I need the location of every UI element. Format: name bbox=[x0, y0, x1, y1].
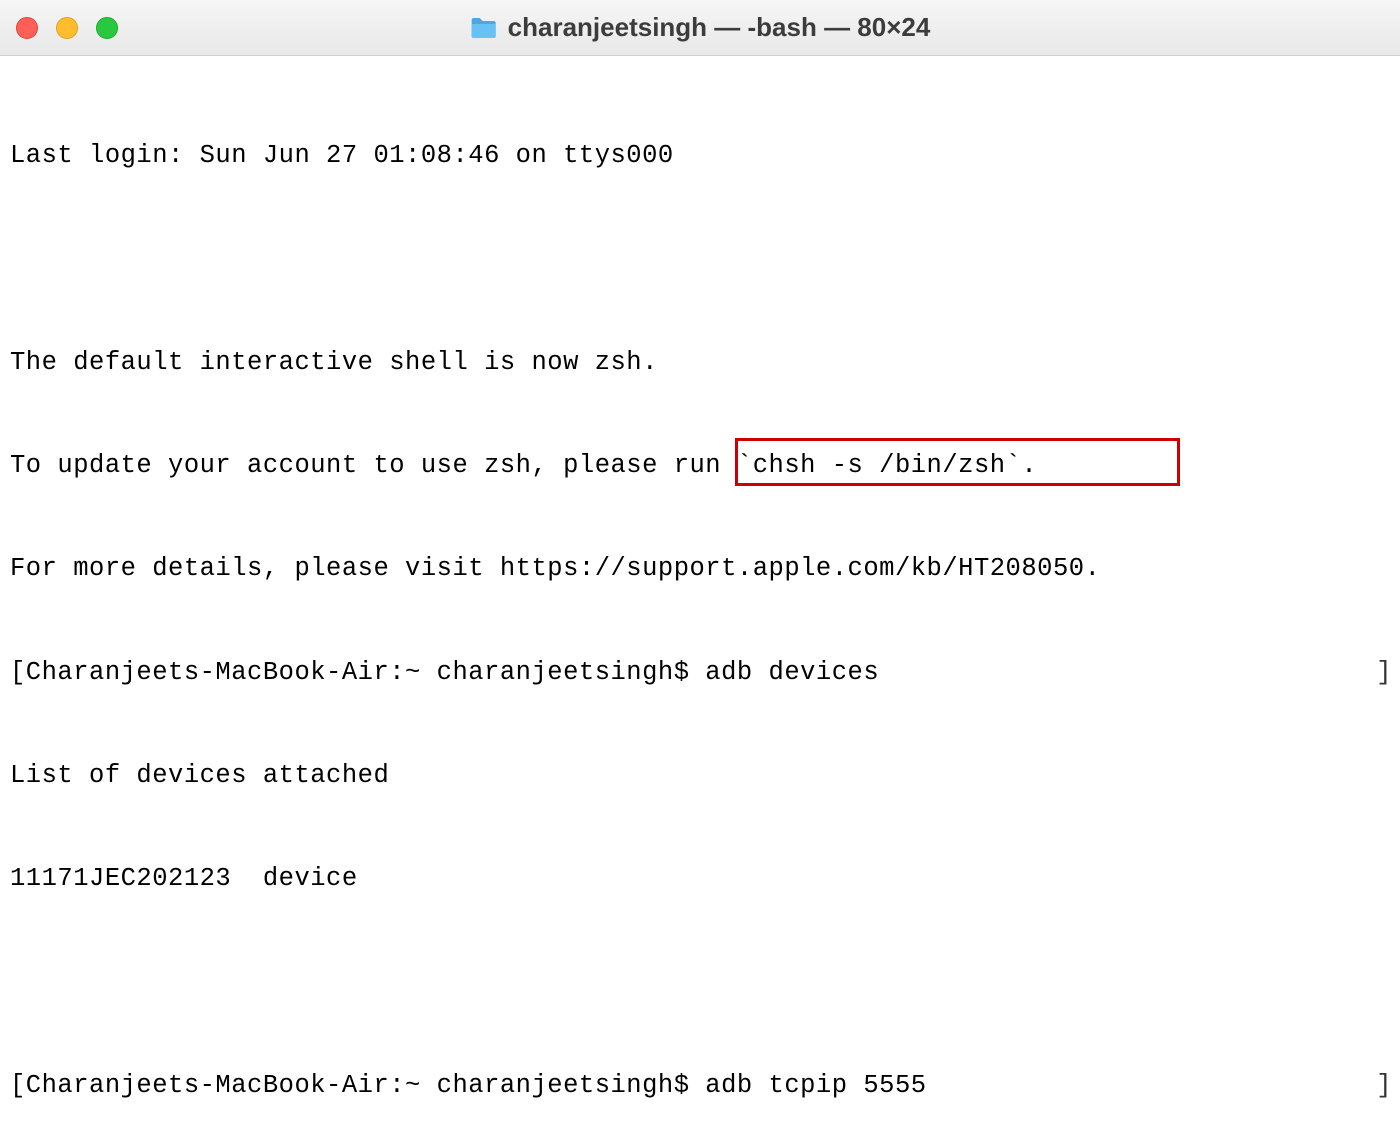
terminal-line bbox=[10, 966, 1390, 1001]
terminal-line: For more details, please visit https://s… bbox=[10, 552, 1390, 587]
maximize-button[interactable] bbox=[96, 17, 118, 39]
terminal-line: [Charanjeets-MacBook-Air:~ charanjeetsin… bbox=[10, 656, 1390, 691]
window-title-container: charanjeetsingh — -bash — 80×24 bbox=[470, 12, 931, 43]
traffic-lights bbox=[16, 17, 118, 39]
close-button[interactable] bbox=[16, 17, 38, 39]
terminal-line: Last login: Sun Jun 27 01:08:46 on ttys0… bbox=[10, 139, 1390, 174]
window-titlebar: charanjeetsingh — -bash — 80×24 bbox=[0, 0, 1400, 56]
terminal-line: The default interactive shell is now zsh… bbox=[10, 346, 1390, 381]
terminal-line bbox=[10, 242, 1390, 277]
window-title: charanjeetsingh — -bash — 80×24 bbox=[508, 12, 931, 43]
terminal-line: 11171JEC202123 device bbox=[10, 862, 1390, 897]
terminal-line: List of devices attached bbox=[10, 759, 1390, 794]
minimize-button[interactable] bbox=[56, 17, 78, 39]
terminal-line: [Charanjeets-MacBook-Air:~ charanjeetsin… bbox=[10, 1069, 1390, 1104]
terminal-line: To update your account to use zsh, pleas… bbox=[10, 449, 1390, 484]
folder-icon bbox=[470, 16, 498, 40]
terminal-content[interactable]: Last login: Sun Jun 27 01:08:46 on ttys0… bbox=[0, 56, 1400, 1146]
